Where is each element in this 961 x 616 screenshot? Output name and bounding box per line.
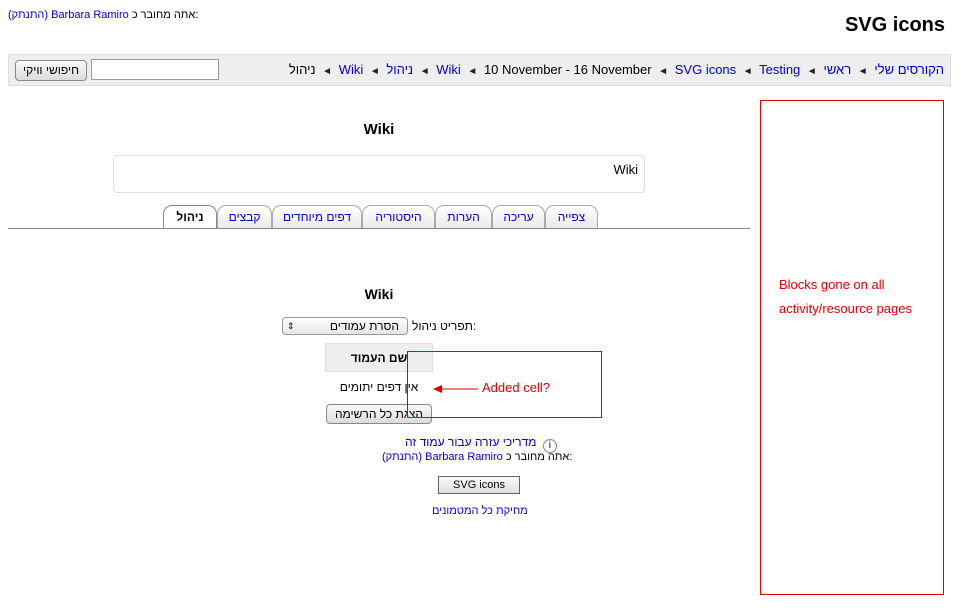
- annotation-arrow-icon: [433, 385, 478, 393]
- breadcrumb-wiki[interactable]: Wiki: [436, 62, 461, 77]
- tab-comments[interactable]: הערות: [435, 205, 492, 228]
- breadcrumb-separator: ◄: [742, 66, 753, 77]
- login-info: (התנתק) Barbara Ramiro אתה מחובר כ:: [8, 9, 198, 21]
- footer-login-prefix: אתה מחובר כ:: [505, 451, 573, 463]
- breadcrumb-wiki-2[interactable]: Wiki: [339, 62, 364, 77]
- logout-link[interactable]: (התנתק): [8, 9, 48, 21]
- breadcrumb-separator: ◄: [322, 66, 333, 77]
- site-title: SVG icons: [844, 14, 945, 36]
- user-link[interactable]: Barbara Ramiro: [51, 9, 129, 21]
- page-heading: Wiki: [363, 121, 395, 138]
- course-home-button[interactable]: SVG icons: [438, 476, 520, 494]
- breadcrumb-separator: ◄: [857, 66, 868, 77]
- breadcrumb: ניהול ◄ Wiki ◄ ניהול ◄ Wiki ◄ 10 Novembe…: [289, 62, 944, 77]
- breadcrumb-separator: ◄: [658, 66, 669, 77]
- tabs-baseline: [8, 228, 750, 229]
- footer-logout-link[interactable]: (התנתק): [382, 451, 422, 463]
- breadcrumb-separator: ◄: [467, 66, 478, 77]
- breadcrumb-separator: ◄: [369, 66, 380, 77]
- breadcrumb-separator: ◄: [806, 66, 817, 77]
- breadcrumb-home[interactable]: ראשי: [823, 62, 851, 77]
- footer-user-link[interactable]: Barbara Ramiro: [425, 451, 503, 463]
- tab-special-pages[interactable]: דפים מיוחדים: [272, 205, 362, 228]
- breadcrumb-category[interactable]: Testing: [759, 62, 800, 77]
- breadcrumb-section: 10 November - 16 November: [483, 62, 652, 77]
- admin-menu-value: הסרת עמודים: [329, 319, 399, 333]
- tab-admin[interactable]: ניהול: [163, 205, 217, 229]
- purge-caches-link[interactable]: מחיקת כל המטמונים: [432, 505, 528, 517]
- wiki-search-button[interactable]: חיפושי וויקי: [15, 60, 87, 81]
- breadcrumb-current-page: ניהול: [288, 62, 316, 77]
- admin-menu-select[interactable]: ⇕ הסרת עמודים: [282, 317, 408, 335]
- select-arrows-icon: ⇕: [287, 321, 295, 331]
- footer-login-info: (התנתק) Barbara Ramiro אתה מחובר כ:: [382, 451, 572, 463]
- blocks-annotation-text: Blocks gone on all activity/resource pag…: [779, 277, 912, 316]
- wiki-content-text: Wiki: [613, 162, 638, 177]
- tab-edit[interactable]: עריכה: [492, 205, 545, 228]
- tab-view[interactable]: צפייה: [545, 205, 598, 228]
- breadcrumb-admin[interactable]: ניהול: [386, 62, 413, 77]
- admin-heading: Wiki: [364, 286, 394, 302]
- tab-files[interactable]: קבצים: [217, 205, 272, 228]
- breadcrumb-course[interactable]: SVG icons: [675, 62, 736, 77]
- wiki-search-input[interactable]: [91, 59, 219, 80]
- login-prefix: אתה מחובר כ:: [131, 9, 199, 21]
- admin-menu-label: תפריט ניהול:: [412, 319, 477, 333]
- wiki-content-box: Wiki: [113, 155, 645, 193]
- help-docs-link[interactable]: מדריכי עזרה עבור עמוד זה: [405, 435, 536, 449]
- navbar: חיפושי וויקי ניהול ◄ Wiki ◄ ניהול ◄ Wiki…: [8, 54, 951, 86]
- blocks-annotation-box: Blocks gone on all activity/resource pag…: [760, 100, 944, 595]
- tab-history[interactable]: היסטוריה: [362, 205, 435, 228]
- added-cell-annotation-text: Added cell?: [482, 380, 550, 395]
- breadcrumb-my-courses[interactable]: הקורסים שלי: [874, 62, 944, 77]
- breadcrumb-separator: ◄: [419, 66, 430, 77]
